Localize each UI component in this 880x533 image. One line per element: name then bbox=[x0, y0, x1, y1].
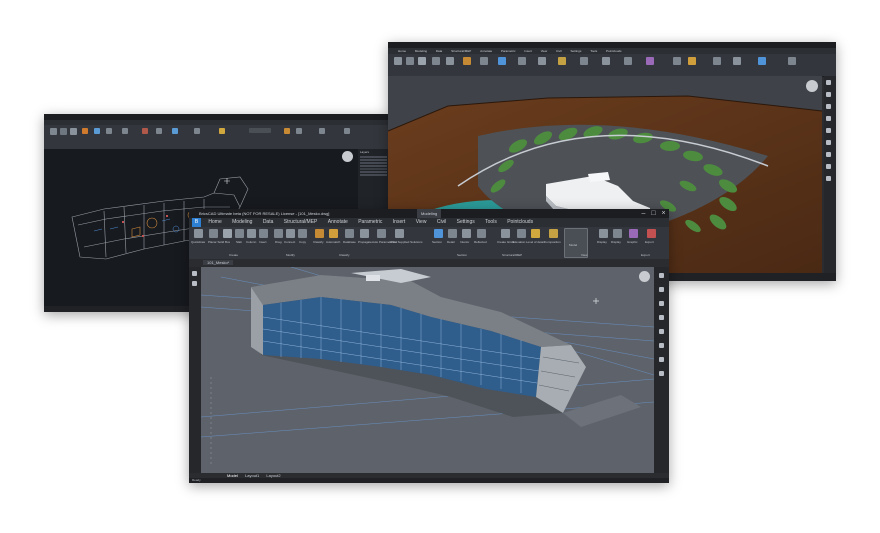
bricscad-ribbon-tabs[interactable]: B Home Modeling Data Structural/MEP Anno… bbox=[189, 218, 669, 227]
building-model bbox=[201, 267, 654, 467]
connect-button[interactable] bbox=[286, 229, 295, 238]
auto-parameterize-button[interactable] bbox=[377, 229, 386, 238]
bim-icon[interactable] bbox=[826, 152, 831, 157]
help-icon[interactable] bbox=[659, 357, 664, 362]
panel-classify: Classify bbox=[339, 253, 350, 257]
tab-data[interactable]: Data bbox=[263, 218, 274, 227]
tab-civil[interactable]: Civil bbox=[437, 218, 446, 227]
panel-modify: Modify bbox=[286, 253, 295, 257]
create-grids-button[interactable] bbox=[501, 229, 510, 238]
section-button[interactable] bbox=[434, 229, 443, 238]
bim-icon[interactable] bbox=[659, 343, 664, 348]
insert-button[interactable] bbox=[259, 229, 268, 238]
bricscad-left-toolbar[interactable] bbox=[189, 267, 201, 473]
layers-icon[interactable] bbox=[826, 104, 831, 109]
maximize-button[interactable]: □ bbox=[650, 210, 657, 217]
status-text: Ready bbox=[192, 478, 201, 482]
bim-model-viewport[interactable] bbox=[201, 267, 654, 473]
detail-button[interactable] bbox=[448, 229, 457, 238]
tab-modeling[interactable]: Modeling bbox=[232, 218, 252, 227]
panel-create: Create bbox=[229, 253, 239, 257]
lightbulb-icon[interactable] bbox=[659, 273, 664, 278]
tab-structural-mep[interactable]: Structural/MEP bbox=[284, 218, 318, 227]
help-icon[interactable] bbox=[826, 164, 831, 169]
propagate-button[interactable] bbox=[360, 229, 369, 238]
render-icon[interactable] bbox=[826, 140, 831, 145]
automatch-button[interactable] bbox=[329, 229, 338, 238]
structure-icon[interactable] bbox=[659, 315, 664, 320]
planar-solid-button[interactable] bbox=[209, 229, 218, 238]
minimize-button[interactable]: – bbox=[640, 210, 647, 217]
tab-pointclouds[interactable]: Pointclouds bbox=[507, 218, 533, 227]
level-of-detail-button[interactable] bbox=[531, 229, 540, 238]
bricscad-ribbon[interactable]: Quickdraw Planar Solid Box Slab Column I… bbox=[189, 227, 669, 260]
window-title: BricsCAD Ultimate beta (NOT FOR RESALE) … bbox=[199, 211, 330, 216]
tab-annotate[interactable]: Annotate bbox=[328, 218, 348, 227]
quickdraw-button[interactable] bbox=[194, 229, 203, 238]
panel-section: Section bbox=[457, 253, 468, 257]
terrain-window-sidebar[interactable] bbox=[824, 76, 836, 273]
properties-icon[interactable] bbox=[826, 116, 831, 121]
drag-button[interactable] bbox=[274, 229, 283, 238]
document-tab-bar[interactable]: 101_Mesko* bbox=[189, 259, 669, 267]
layers-icon[interactable] bbox=[659, 301, 664, 306]
properties-icon[interactable] bbox=[192, 281, 197, 286]
interior-button[interactable] bbox=[462, 229, 471, 238]
navigation-cube-icon[interactable] bbox=[806, 80, 818, 92]
export-button[interactable] bbox=[647, 229, 656, 238]
bricscad-main-window: BricsCAD Ultimate beta (NOT FOR RESALE) … bbox=[189, 209, 669, 483]
bricscad-statusbar: Ready bbox=[189, 478, 669, 483]
workspace-selector[interactable]: Modeling bbox=[417, 209, 442, 218]
display-options-button[interactable] bbox=[613, 229, 622, 238]
app-menu-button[interactable]: B bbox=[192, 218, 201, 227]
cad-window-2d-ribbon[interactable] bbox=[44, 125, 389, 150]
bricscad-titlebar: BricsCAD Ultimate beta (NOT FOR RESALE) … bbox=[189, 209, 669, 218]
classify-button[interactable] bbox=[315, 229, 324, 238]
tab-parametric[interactable]: Parametric bbox=[358, 218, 382, 227]
box-button[interactable] bbox=[223, 229, 232, 238]
slab-button[interactable] bbox=[235, 229, 244, 238]
settings-icon[interactable] bbox=[826, 176, 831, 181]
copy-button[interactable] bbox=[298, 229, 307, 238]
document-tab[interactable]: 101_Mesko* bbox=[203, 260, 234, 265]
tab-settings[interactable]: Settings bbox=[457, 218, 475, 227]
compass-icon[interactable] bbox=[659, 287, 664, 292]
database-button[interactable] bbox=[345, 229, 354, 238]
layers-panel-title: Layers bbox=[360, 150, 370, 154]
panel-export: Export bbox=[641, 253, 650, 257]
display-button[interactable] bbox=[599, 229, 608, 238]
navigation-cube-icon[interactable] bbox=[342, 151, 353, 162]
terrain-window-ribbon[interactable] bbox=[388, 54, 836, 77]
tab-insert[interactable]: Insert bbox=[393, 218, 406, 227]
composition-button[interactable] bbox=[549, 229, 558, 238]
collage-canvas: { "colors": { "dark_bg": "#131519", "cad… bbox=[0, 0, 880, 533]
render-icon[interactable] bbox=[659, 329, 664, 334]
close-button[interactable]: × bbox=[660, 210, 667, 217]
panel-structural: Structural/MEP bbox=[502, 253, 523, 257]
lightbulb-icon[interactable] bbox=[826, 80, 831, 85]
settings-icon[interactable] bbox=[659, 371, 664, 376]
compass-icon[interactable] bbox=[826, 92, 831, 97]
elevation-button[interactable] bbox=[517, 229, 526, 238]
tab-tools[interactable]: Tools bbox=[485, 218, 497, 227]
tab-view[interactable]: View bbox=[416, 218, 427, 227]
reflected-button[interactable] bbox=[477, 229, 486, 238]
column-button[interactable] bbox=[247, 229, 256, 238]
tab-home[interactable]: Home bbox=[208, 218, 221, 227]
graphic-button[interactable] bbox=[629, 229, 638, 238]
wind-solutions-button[interactable] bbox=[395, 229, 404, 238]
bricscad-right-toolbar[interactable] bbox=[654, 267, 669, 473]
navigation-cube-icon[interactable] bbox=[639, 271, 650, 282]
structure-icon[interactable] bbox=[826, 128, 831, 133]
search-icon[interactable] bbox=[192, 271, 197, 276]
panel-view: View bbox=[581, 253, 588, 257]
